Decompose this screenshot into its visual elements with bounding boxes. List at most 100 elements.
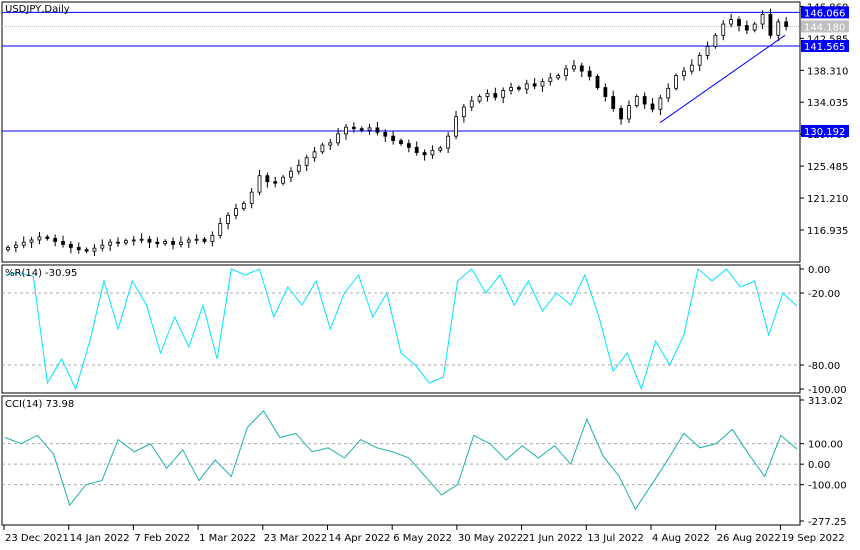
candle-body [517,87,521,90]
candle-body [650,103,655,110]
price-label: 146.066 [804,8,845,19]
candle-body [13,244,18,248]
x-tick-label: 23 Dec 2021 [5,533,69,544]
price-label: 141.565 [804,42,845,53]
y-tick-label: 121.210 [807,194,848,205]
x-tick-label: 13 Jul 2022 [587,533,644,544]
candle-body [461,106,466,118]
candle-body [446,135,451,149]
candle-body [485,93,490,97]
candle-body [344,126,348,135]
candle-body [399,140,403,144]
chart-canvas[interactable]: 146.860142.585138.310134.035129.760125.4… [0,0,860,550]
candle-body [359,128,364,131]
candle-body [737,19,741,26]
x-tick-label: 4 Aug 2022 [652,533,710,544]
candle-body [92,247,97,252]
candle-body [21,241,26,246]
candle-body [257,175,262,193]
candle-body [139,238,144,241]
candle-body [501,90,506,98]
candle-body [430,149,435,156]
candle-body [768,13,773,36]
candle-body [336,133,341,144]
candle-body [595,75,600,88]
candle-body [721,23,726,36]
candle-body [658,97,663,110]
candle-body [438,147,443,151]
candle-body [540,81,545,87]
y-tick-label: 100.00 [808,440,843,451]
candle-body [705,46,710,56]
y-tick-label: 138.310 [807,66,848,77]
candle-body [548,77,553,82]
price-label: 130.192 [804,127,845,138]
candle-body [68,244,73,248]
candle-body [634,96,639,106]
candle-body [406,143,411,148]
y-tick-label: -20.00 [808,289,840,300]
chart-window[interactable]: 146.860142.585138.310134.035129.760125.4… [0,0,860,550]
x-tick-label: 21 Jun 2022 [523,533,583,544]
candle-body [619,108,623,120]
y-tick-label: -277.25 [808,517,847,528]
candle-body [469,100,474,108]
candle-body [697,55,702,66]
candle-body [194,238,199,241]
candle-body [37,236,42,241]
candle-body [744,25,749,31]
candle-body [179,241,183,245]
candle-body [108,241,113,246]
x-tick-label: 26 Aug 2022 [717,533,781,544]
candle-body [713,34,718,47]
candle-body [218,223,223,236]
candle-body [752,23,757,31]
candle-body [29,239,34,243]
candle-body [147,238,152,243]
x-tick-label: 1 Mar 2022 [199,533,256,544]
main-chart-title: USDJPY,Daily [5,4,70,15]
candle-body [202,238,207,242]
candle-body [171,241,175,245]
candle-body [674,75,678,89]
candle-body [296,164,301,172]
candle-body [682,70,686,77]
y-tick-label: 313.02 [808,396,843,407]
candle-body [776,21,781,36]
candle-body [6,247,10,251]
candle-body [572,65,576,70]
candle-body [564,68,568,77]
candle-body [383,131,388,137]
candle-body [422,152,427,156]
candle-body [391,135,396,142]
candle-body [729,19,734,25]
candle-body [556,75,561,79]
candle-body [210,235,215,242]
panel-frame [1,395,801,526]
y-tick-label: 116.935 [807,226,848,237]
candle-body [760,13,765,25]
x-tick-label: 14 Apr 2022 [329,533,391,544]
candle-body [642,96,647,105]
cci-title: CCI(14) 73.98 [5,399,75,410]
candle-body [579,65,584,72]
candle-body [320,144,325,153]
panel-frame [1,1,801,263]
candle-body [689,64,694,72]
candle-body [61,241,65,245]
y-tick-label: -80.00 [808,361,840,372]
candle-body [375,127,380,133]
candle-body [163,241,168,245]
y-tick-label: 0.00 [808,265,830,276]
candle-body [784,21,789,27]
candle-body [100,244,105,249]
y-tick-label: 0.00 [808,460,830,471]
candle-body [241,202,246,209]
candle-body [131,239,136,242]
trendline [659,34,786,124]
candle-body [76,247,81,251]
candle-body [509,87,513,91]
x-tick-label: 6 May 2022 [393,533,452,544]
candle-body [477,96,482,102]
candle-body [312,151,317,159]
